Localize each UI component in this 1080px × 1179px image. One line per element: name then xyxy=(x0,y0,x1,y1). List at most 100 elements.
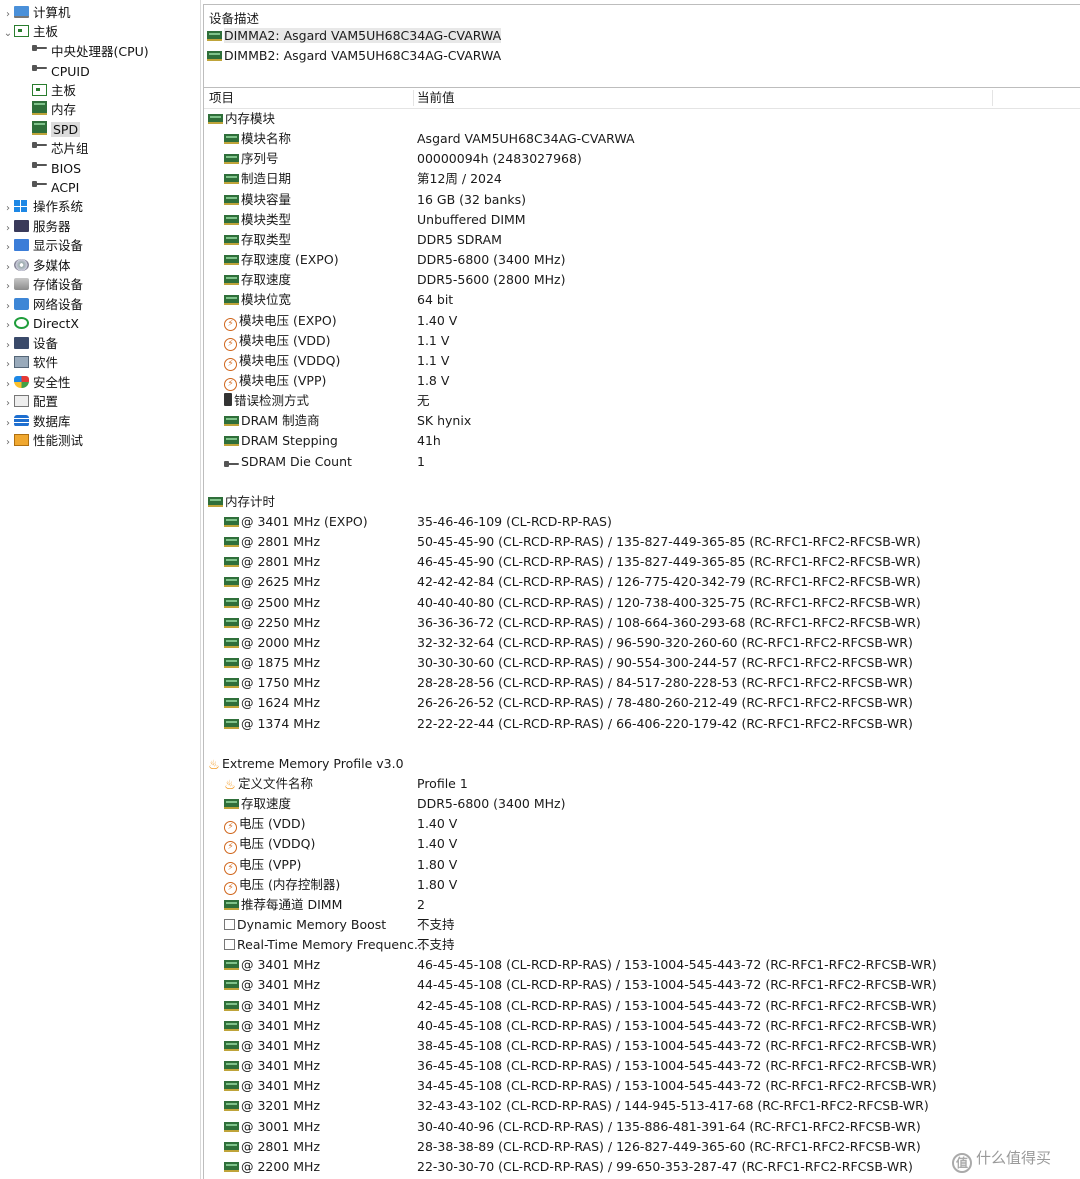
tree-item-label: 主板 xyxy=(51,83,77,98)
column-separator[interactable] xyxy=(413,90,414,106)
property-row[interactable]: @ 1875 MHz 30-30-30-60 (CL-RCD-RP-RAS) / … xyxy=(204,653,1080,673)
property-name-text: @ 1374 MHz xyxy=(241,715,321,731)
property-row[interactable]: @ 3401 MHz 34-45-45-108 (CL-RCD-RP-RAS) /… xyxy=(204,1076,1080,1096)
column-item[interactable]: 项目 xyxy=(209,88,234,108)
tree-item[interactable]: CPUID xyxy=(32,62,90,81)
property-row[interactable]: @ 2801 MHz 50-45-45-90 (CL-RCD-RP-RAS) / … xyxy=(204,532,1080,552)
tree-item[interactable]: › 操作系统 xyxy=(2,197,83,216)
tree-item[interactable]: › 计算机 xyxy=(2,3,71,22)
property-row[interactable]: @ 3401 MHz 40-45-45-108 (CL-RCD-RP-RAS) /… xyxy=(204,1016,1080,1036)
section-header[interactable]: ♨ Extreme Memory Profile v3.0 xyxy=(204,754,1080,774)
tree-item[interactable]: BIOS xyxy=(32,159,81,178)
property-row[interactable]: 序列号 00000094h (2483027968) xyxy=(204,149,1080,169)
chevron-right-icon[interactable]: › xyxy=(2,394,14,413)
property-row[interactable]: @ 3401 MHz 38-45-45-108 (CL-RCD-RP-RAS) /… xyxy=(204,1036,1080,1056)
tree-item[interactable]: 芯片组 xyxy=(32,139,89,158)
tree-item[interactable]: › 数据库 xyxy=(2,412,71,431)
property-row[interactable]: 模块名称 Asgard VAM5UH68C34AG-CVARWA xyxy=(204,129,1080,149)
navigation-tree[interactable]: › 计算机 ⌄ 主板 中央处理器(CPU) CPUID 主板内存 SPD 芯片组 BIOS ACPI… xyxy=(0,0,201,1179)
property-row[interactable]: ⚡ 模块电压 (VDD) 1.1 V xyxy=(204,331,1080,351)
property-row[interactable]: 模块容量 16 GB (32 banks) xyxy=(204,190,1080,210)
tree-item[interactable]: › DirectX xyxy=(2,314,79,333)
chevron-right-icon[interactable]: › xyxy=(2,199,14,218)
property-list[interactable]: 项目 当前值 内存模块 模块名称 Asgard VAM5UH68C34AG-CVAR… xyxy=(203,88,1080,1179)
property-row[interactable]: @ 2801 MHz 46-45-45-90 (CL-RCD-RP-RAS) / … xyxy=(204,552,1080,572)
property-row[interactable]: Dynamic Memory Boost 不支持 xyxy=(204,915,1080,935)
property-row[interactable]: 制造日期 第12周 / 2024 xyxy=(204,169,1080,189)
property-row[interactable]: DRAM 制造商 SK hynix xyxy=(204,411,1080,431)
property-row[interactable]: ⚡ 电压 (VDDQ) 1.40 V xyxy=(204,834,1080,855)
tree-item[interactable]: › 性能测试 xyxy=(2,431,83,450)
tree-item[interactable]: › 设备 xyxy=(2,334,58,353)
property-row[interactable]: @ 2500 MHz 40-40-40-80 (CL-RCD-RP-RAS) / … xyxy=(204,593,1080,613)
property-row[interactable]: @ 2625 MHz 42-42-42-84 (CL-RCD-RP-RAS) / … xyxy=(204,572,1080,592)
property-row[interactable]: ⚡ 模块电压 (VPP) 1.8 V xyxy=(204,371,1080,391)
checkbox-icon[interactable] xyxy=(224,939,235,951)
chevron-down-icon[interactable]: ⌄ xyxy=(2,24,14,43)
chevron-right-icon[interactable]: › xyxy=(2,433,14,452)
property-row[interactable]: ♨ 定义文件名称 Profile 1 xyxy=(204,774,1080,794)
tree-item[interactable]: SPD xyxy=(32,120,81,139)
checkbox-icon[interactable] xyxy=(224,919,235,930)
column-value[interactable]: 当前值 xyxy=(417,88,455,108)
column-separator[interactable] xyxy=(992,90,993,106)
tree-item[interactable]: ACPI xyxy=(32,178,79,197)
tree-item[interactable]: › 安全性 xyxy=(2,373,71,392)
property-value: Unbuffered DIMM xyxy=(417,211,526,227)
tree-item[interactable]: › 存储设备 xyxy=(2,275,83,294)
property-row[interactable]: DRAM Stepping 41h xyxy=(204,431,1080,451)
property-row[interactable]: @ 1624 MHz 26-26-26-52 (CL-RCD-RP-RAS) / … xyxy=(204,693,1080,713)
property-row[interactable]: @ 3201 MHz 32-43-43-102 (CL-RCD-RP-RAS) /… xyxy=(204,1096,1080,1116)
device-item[interactable]: DIMMB2: Asgard VAM5UH68C34AG-CVARWA xyxy=(207,47,501,65)
tree-item[interactable]: › 服务器 xyxy=(2,217,71,236)
chevron-right-icon[interactable]: › xyxy=(2,316,14,335)
property-row[interactable]: 模块位宽 64 bit xyxy=(204,290,1080,310)
property-row[interactable]: 错误检测方式 无 xyxy=(204,391,1080,411)
tree-item[interactable]: ⌄ 主板 xyxy=(2,22,58,41)
tree-item[interactable]: 主板 xyxy=(32,81,76,100)
property-row[interactable]: @ 3001 MHz 30-40-40-96 (CL-RCD-RP-RAS) / … xyxy=(204,1117,1080,1137)
property-row[interactable]: @ 3401 MHz 36-45-45-108 (CL-RCD-RP-RAS) /… xyxy=(204,1056,1080,1076)
property-row[interactable]: 存取速度 DDR5-6800 (3400 MHz) xyxy=(204,794,1080,814)
memory-icon xyxy=(224,255,239,266)
property-row[interactable]: ⚡ 电压 (VPP) 1.80 V xyxy=(204,855,1080,875)
property-row[interactable]: ⚡ 电压 (内存控制器) 1.80 V xyxy=(204,875,1080,895)
property-name: 推荐每通道 DIMM xyxy=(224,895,342,915)
tree-item[interactable]: › 软件 xyxy=(2,353,58,372)
property-row[interactable]: ⚡ 模块电压 (EXPO) 1.40 V xyxy=(204,311,1080,331)
property-row[interactable]: @ 3401 MHz 42-45-45-108 (CL-RCD-RP-RAS) /… xyxy=(204,996,1080,1016)
chevron-right-icon[interactable]: › xyxy=(2,238,14,257)
property-row[interactable]: ⚡ 电压 (VDD) 1.40 V xyxy=(204,814,1080,835)
property-row[interactable]: 推荐每通道 DIMM 2 xyxy=(204,895,1080,915)
property-row[interactable]: 存取速度 (EXPO) DDR5-6800 (3400 MHz) xyxy=(204,250,1080,270)
property-row[interactable]: 存取速度 DDR5-5600 (2800 MHz) xyxy=(204,270,1080,290)
property-row[interactable]: 存取类型 DDR5 SDRAM xyxy=(204,230,1080,250)
property-row[interactable]: Real-Time Memory Frequenc... 不支持 xyxy=(204,935,1080,955)
section-header[interactable]: 内存模块 xyxy=(204,109,1080,129)
property-row[interactable]: @ 1750 MHz 28-28-28-56 (CL-RCD-RP-RAS) / … xyxy=(204,673,1080,693)
property-row[interactable]: @ 3401 MHz (EXPO) 35-46-46-109 (CL-RCD-RP… xyxy=(204,512,1080,532)
tree-item[interactable]: › 显示设备 xyxy=(2,236,83,255)
property-row[interactable]: @ 2000 MHz 32-32-32-64 (CL-RCD-RP-RAS) / … xyxy=(204,633,1080,653)
property-row[interactable]: @ 2250 MHz 36-36-36-72 (CL-RCD-RP-RAS) / … xyxy=(204,613,1080,633)
tree-item[interactable]: 中央处理器(CPU) xyxy=(32,42,149,61)
chevron-right-icon[interactable]: › xyxy=(2,277,14,296)
property-value: 50-45-45-90 (CL-RCD-RP-RAS) / 135-827-44… xyxy=(417,534,921,550)
motherboard-icon xyxy=(14,25,29,37)
tree-item[interactable]: 内存 xyxy=(32,100,76,119)
device-description-pane: 设备描述 DIMMA2: Asgard VAM5UH68C34AG-CVARWA… xyxy=(203,4,1080,88)
property-row[interactable]: @ 2801 MHz 28-38-38-89 (CL-RCD-RP-RAS) / … xyxy=(204,1137,1080,1157)
property-row[interactable]: ⚡ 模块电压 (VDDQ) 1.1 V xyxy=(204,351,1080,371)
section-header[interactable]: 内存计时 xyxy=(204,492,1080,512)
property-row[interactable]: @ 3401 MHz 46-45-45-108 (CL-RCD-RP-RAS) /… xyxy=(204,955,1080,975)
tree-item[interactable]: › 配置 xyxy=(2,392,58,411)
chevron-right-icon[interactable]: › xyxy=(2,355,14,374)
property-row[interactable]: SDRAM Die Count 1 xyxy=(204,452,1080,472)
tree-item[interactable]: › 网络设备 xyxy=(2,295,83,314)
property-row[interactable]: 模块类型 Unbuffered DIMM xyxy=(204,210,1080,230)
property-row[interactable]: @ 3401 MHz 44-45-45-108 (CL-RCD-RP-RAS) /… xyxy=(204,975,1080,995)
property-row[interactable]: @ 2200 MHz 22-30-30-70 (CL-RCD-RP-RAS) / … xyxy=(204,1157,1080,1177)
tree-item[interactable]: › 多媒体 xyxy=(2,256,71,275)
device-item[interactable]: DIMMA2: Asgard VAM5UH68C34AG-CVARWA xyxy=(207,27,502,45)
property-row[interactable]: @ 1374 MHz 22-22-22-44 (CL-RCD-RP-RAS) / … xyxy=(204,714,1080,734)
